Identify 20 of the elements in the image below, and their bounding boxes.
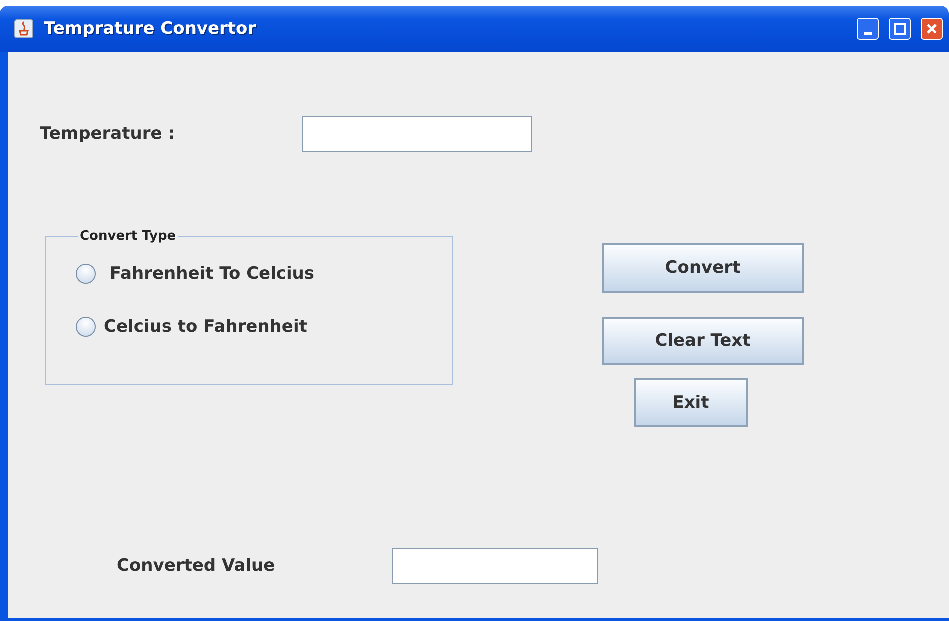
minimize-icon xyxy=(864,32,872,34)
close-button[interactable] xyxy=(921,18,943,40)
temperature-field[interactable] xyxy=(302,116,532,152)
action-button[interactable]: Exit xyxy=(634,378,748,427)
group-title: Convert Type xyxy=(79,229,178,244)
cup-icon xyxy=(14,19,34,39)
window-title: Temprature Convertor xyxy=(44,19,258,39)
radio-option[interactable]: Celcius to Fahrenheit xyxy=(76,317,452,337)
maximize-icon xyxy=(894,23,906,35)
action-button[interactable]: Clear Text xyxy=(602,317,804,365)
close-icon xyxy=(926,23,938,35)
radio-option[interactable]: Fahrenheit To Celcius xyxy=(76,264,452,284)
temperature-label: Temperature : xyxy=(40,124,176,144)
converted-value-field[interactable] xyxy=(392,548,598,584)
minimize-button[interactable] xyxy=(857,18,879,40)
action-button[interactable]: Convert xyxy=(602,243,804,293)
radio-icon[interactable] xyxy=(76,264,96,284)
radio-icon[interactable] xyxy=(76,317,96,337)
maximize-button[interactable] xyxy=(889,18,911,40)
converted-value-label: Converted Value xyxy=(117,556,276,576)
